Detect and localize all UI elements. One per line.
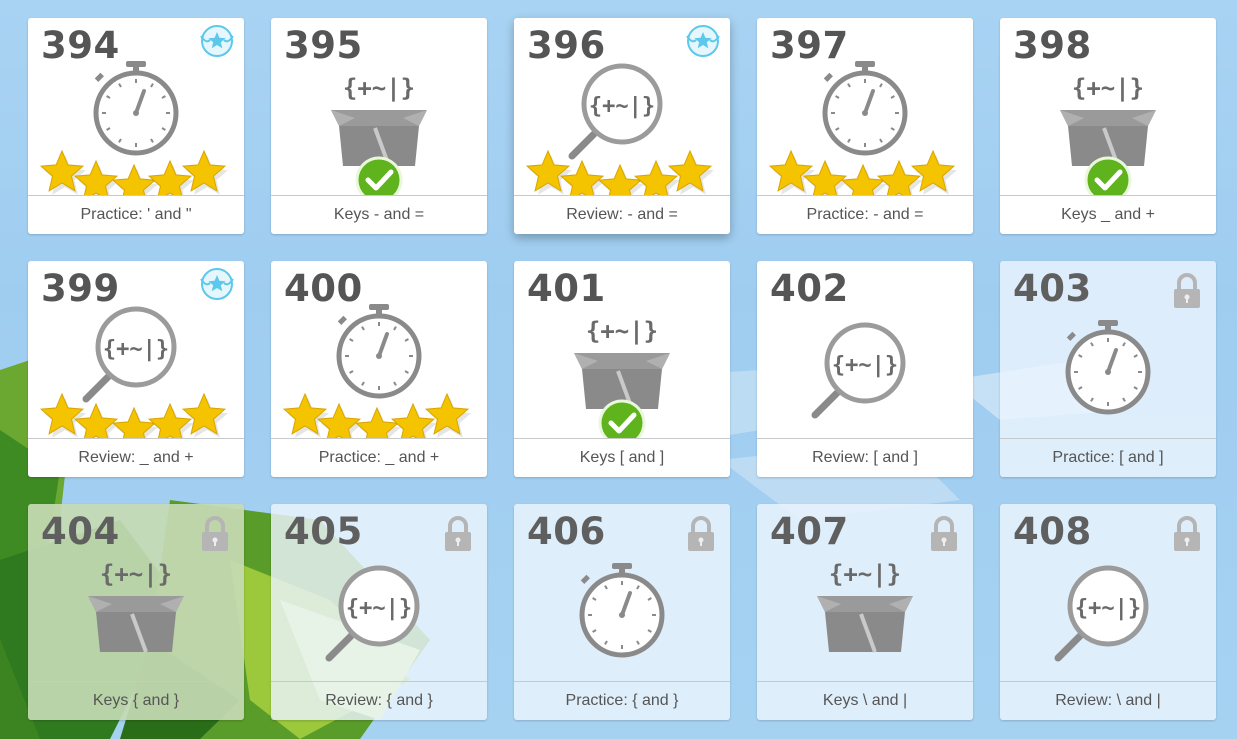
lesson-illustration: {+~|}	[574, 317, 670, 439]
lesson-card-395[interactable]: 395 {+~|} Keys - and =	[271, 18, 487, 234]
lesson-illustration: {+~|}	[1054, 565, 1149, 662]
checkmark-icon	[598, 399, 646, 439]
lesson-illustration: {+~|}	[817, 560, 913, 653]
lesson-card-405[interactable]: 405 {+~|} Review: { and }	[271, 504, 487, 720]
stopwatch-icon	[822, 61, 908, 156]
magnifier-icon: {+~|}	[1054, 565, 1149, 662]
star-rating	[39, 392, 228, 439]
stopwatch-icon	[1065, 320, 1151, 415]
lesson-label: Review: _ and +	[28, 438, 244, 477]
symbol-glyphs: {+~|}	[586, 317, 658, 345]
stopwatch-icon	[336, 304, 422, 399]
star-rating	[768, 149, 957, 196]
star-rating	[39, 149, 228, 196]
stopwatch-icon	[579, 563, 665, 658]
lesson-illustration: {+~|}	[325, 565, 420, 662]
star-rating	[282, 392, 471, 439]
star-rating	[525, 149, 714, 196]
lesson-illustration: {+~|}	[88, 560, 184, 653]
lesson-illustration	[1065, 320, 1151, 415]
lesson-illustration	[282, 304, 471, 439]
lesson-label: Practice: ' and "	[28, 195, 244, 234]
symbol-glyphs: {+~|}	[1075, 596, 1141, 621]
lesson-card-398[interactable]: 398 {+~|} Keys _ and +	[1000, 18, 1216, 234]
lesson-illustration: {+~|}	[525, 63, 714, 196]
symbol-glyphs: {+~|}	[343, 74, 415, 102]
lesson-label: Keys _ and +	[1000, 195, 1216, 234]
lesson-illustration	[768, 61, 957, 196]
lesson-illustration	[39, 61, 228, 196]
symbol-glyphs: {+~|}	[346, 596, 412, 621]
lesson-grid: 394 Practice: ' and " 395 {+~|} Keys - and …	[28, 18, 1216, 720]
lesson-label: Review: [ and ]	[757, 438, 973, 477]
lesson-label: Practice: { and }	[514, 681, 730, 720]
lesson-illustration	[579, 563, 665, 658]
lesson-card-394[interactable]: 394 Practice: ' and "	[28, 18, 244, 234]
magnifier-icon: {+~|}	[568, 63, 663, 160]
lesson-label: Practice: - and =	[757, 195, 973, 234]
magnifier-icon: {+~|}	[811, 322, 906, 419]
open-box-icon: {+~|}	[817, 560, 913, 653]
symbol-glyphs: {+~|}	[103, 337, 169, 362]
symbol-glyphs: {+~|}	[832, 353, 898, 378]
lesson-label: Keys \ and |	[757, 681, 973, 720]
lesson-illustration: {+~|}	[39, 306, 228, 439]
lesson-label: Practice: _ and +	[271, 438, 487, 477]
lesson-card-406[interactable]: 406 Practice: { and }	[514, 504, 730, 720]
achievement-badge-icon	[200, 268, 234, 300]
lesson-label: Keys { and }	[28, 681, 244, 720]
lesson-label: Keys [ and ]	[514, 438, 730, 477]
lesson-label: Review: - and =	[514, 195, 730, 234]
lesson-card-396[interactable]: 396 {+~|} Review: - and =	[514, 18, 730, 234]
stopwatch-icon	[93, 61, 179, 156]
symbol-glyphs: {+~|}	[589, 94, 655, 119]
lesson-label: Review: { and }	[271, 681, 487, 720]
open-box-icon: {+~|}	[574, 317, 670, 410]
achievement-badge-icon	[200, 25, 234, 57]
lesson-illustration: {+~|}	[331, 74, 427, 196]
checkmark-icon	[355, 156, 403, 196]
magnifier-icon: {+~|}	[325, 565, 420, 662]
lesson-card-402[interactable]: 402 {+~|} Review: [ and ]	[757, 261, 973, 477]
magnifier-icon: {+~|}	[82, 306, 177, 403]
symbol-glyphs: {+~|}	[100, 560, 172, 588]
lesson-card-407[interactable]: 407 {+~|} Keys \ and |	[757, 504, 973, 720]
lesson-illustration: {+~|}	[811, 322, 906, 419]
lesson-card-399[interactable]: 399 {+~|} Review: _ and +	[28, 261, 244, 477]
lesson-card-401[interactable]: 401 {+~|} Keys [ and ]	[514, 261, 730, 477]
open-box-icon: {+~|}	[331, 74, 427, 167]
achievement-badge-icon	[686, 25, 720, 57]
checkmark-icon	[1084, 156, 1132, 196]
lesson-card-403[interactable]: 403 Practice: [ and ]	[1000, 261, 1216, 477]
lesson-label: Review: \ and |	[1000, 681, 1216, 720]
lesson-card-400[interactable]: 400 Practice: _ and +	[271, 261, 487, 477]
open-box-icon: {+~|}	[1060, 74, 1156, 167]
lesson-card-408[interactable]: 408 {+~|} Review: \ and |	[1000, 504, 1216, 720]
lesson-card-404[interactable]: 404 {+~|} Keys { and }	[28, 504, 244, 720]
lesson-illustration: {+~|}	[1060, 74, 1156, 196]
lesson-card-397[interactable]: 397 Practice: - and =	[757, 18, 973, 234]
symbol-glyphs: {+~|}	[1072, 74, 1144, 102]
lesson-label: Keys - and =	[271, 195, 487, 234]
symbol-glyphs: {+~|}	[829, 560, 901, 588]
open-box-icon: {+~|}	[88, 560, 184, 653]
lesson-label: Practice: [ and ]	[1000, 438, 1216, 477]
